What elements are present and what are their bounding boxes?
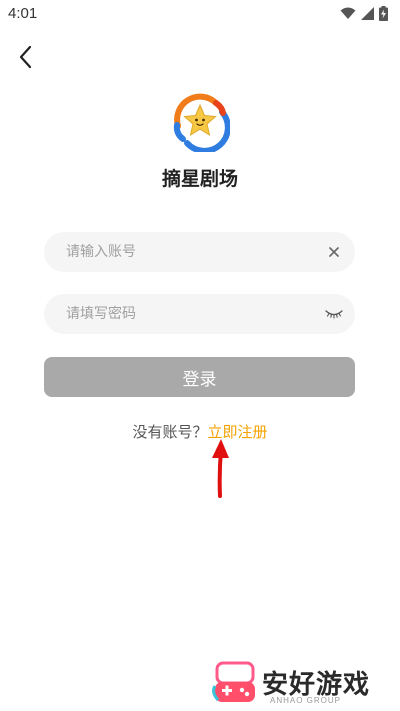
password-input[interactable]: [66, 294, 316, 334]
password-field[interactable]: [44, 294, 355, 334]
app-name: 摘星剧场: [161, 168, 238, 190]
cell-signal-icon: [361, 7, 374, 20]
status-bar: 4:01: [0, 0, 400, 28]
eye-closed-icon[interactable]: [325, 308, 343, 320]
watermark-subtext: ANHAO GROUP: [270, 696, 342, 705]
star-logo-icon: [173, 93, 231, 154]
register-prompt: 没有账号？: [132, 423, 208, 441]
status-time: 4:01: [8, 5, 38, 22]
battery-icon: [379, 6, 388, 21]
wifi-icon: [340, 7, 356, 19]
clear-icon[interactable]: [327, 245, 341, 259]
annotation-arrow-icon: [212, 439, 229, 498]
account-field[interactable]: [44, 232, 355, 272]
chevron-left-icon: [19, 45, 32, 69]
login-button[interactable]: 登录: [44, 357, 355, 397]
back-button[interactable]: [14, 44, 40, 70]
login-screen: 4:01 摘星剧场 请输入账号 登录 没有账号？立即注册 安好游戏 ANHAO …: [0, 0, 400, 711]
watermark: 安好游戏 ANHAO GROUP: [212, 660, 396, 708]
status-icons: [340, 6, 388, 21]
gamepad-logo-icon: [212, 661, 255, 702]
account-input[interactable]: [66, 232, 316, 272]
app-logo: [170, 92, 231, 154]
register-row: 没有账号？立即注册: [0, 421, 400, 442]
